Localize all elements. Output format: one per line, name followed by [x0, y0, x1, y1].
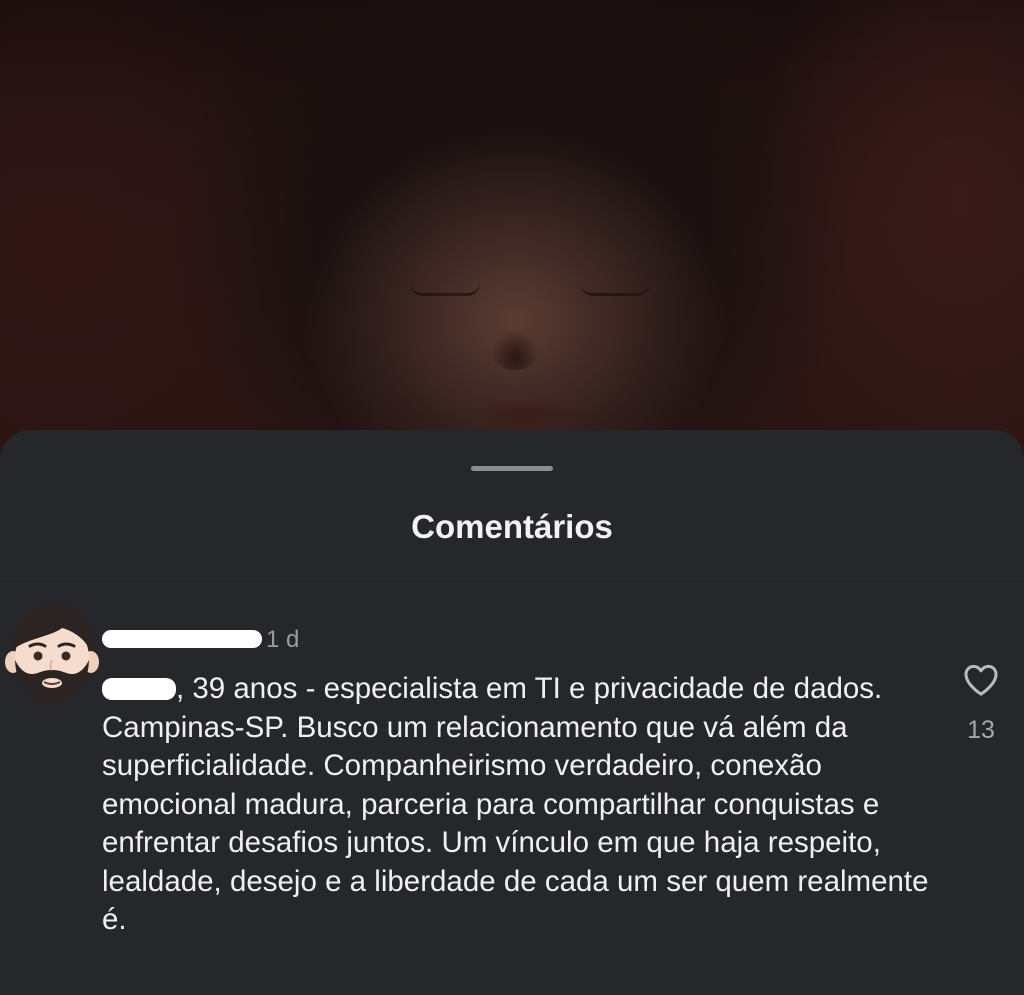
video-background[interactable]: [0, 0, 1024, 470]
like-count: 13: [967, 716, 995, 744]
redacted-username[interactable]: [102, 630, 262, 648]
heart-outline-icon[interactable]: [960, 660, 1002, 700]
face-nose: [490, 330, 540, 370]
avatar-emoji-svg: [5, 604, 99, 706]
man-beard-emoji-icon[interactable]: [2, 598, 102, 710]
comment-text: , 39 anos - especialista em TI e privaci…: [102, 672, 929, 936]
redacted-name: [102, 678, 176, 700]
comment-body: , 39 anos - especialista em TI e privaci…: [102, 670, 932, 940]
screen: Comentários 1 d , 39 anos - especialista…: [0, 0, 1024, 995]
face-right-eye: [580, 283, 650, 296]
sheet-grabber-handle[interactable]: [471, 466, 553, 471]
sheet-divider: [0, 578, 1024, 579]
face-left-eye: [410, 283, 480, 296]
face-mouth: [470, 398, 580, 434]
sheet-title: Comentários: [411, 508, 613, 545]
comments-sheet: Comentários 1 d , 39 anos - especialista…: [0, 430, 1024, 995]
comment-time: 1 d: [266, 626, 300, 653]
like-control: 13: [950, 660, 1012, 745]
